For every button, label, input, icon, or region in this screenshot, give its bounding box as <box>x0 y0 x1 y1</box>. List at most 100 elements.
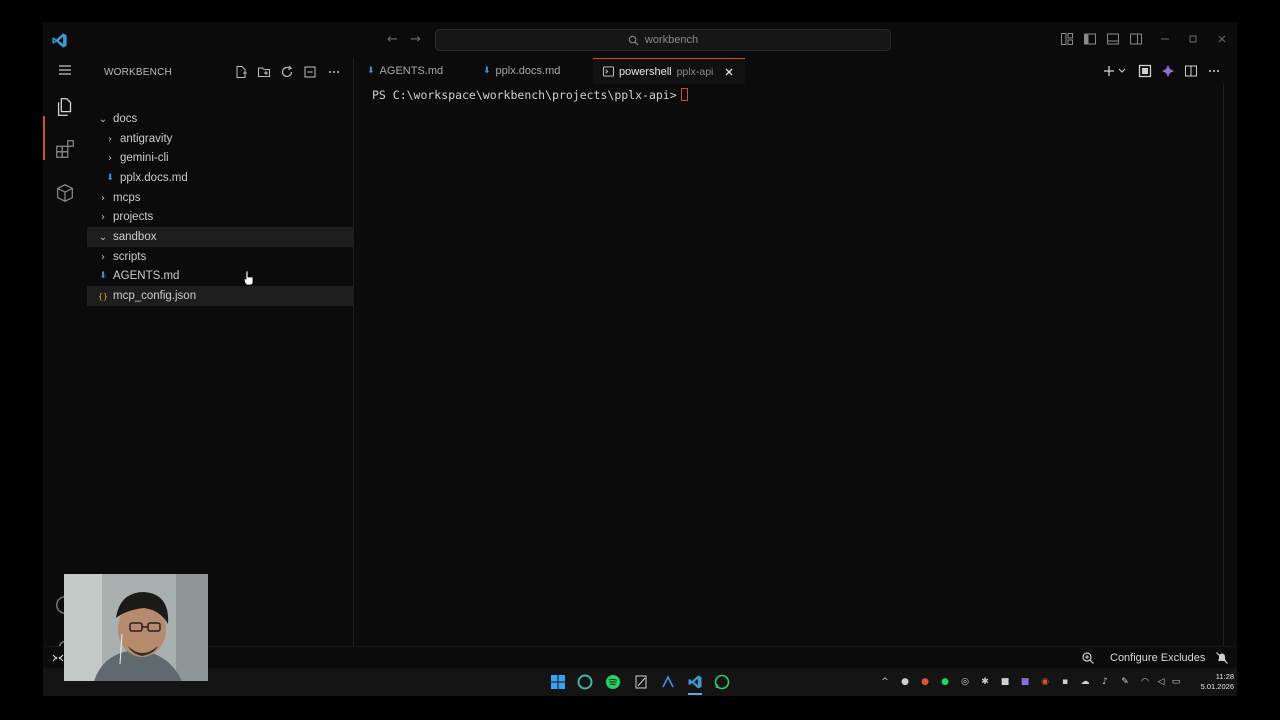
tree-folder-gemini-cli[interactable]: › gemini-cli <box>87 148 354 168</box>
configure-excludes-link[interactable]: Configure Excludes <box>1110 652 1205 664</box>
tree-folder-antigravity[interactable]: › antigravity <box>87 129 354 149</box>
tree-item-label: sandbox <box>113 231 157 243</box>
chevron-right-icon: › <box>101 251 105 263</box>
chevron-right-icon: › <box>101 211 105 223</box>
close-tab-icon[interactable] <box>724 67 734 77</box>
back-arrow-icon[interactable]: ← <box>387 32 398 47</box>
tray-app-icon[interactable]: ■ <box>1000 677 1010 687</box>
antigravity-icon[interactable] <box>660 674 676 690</box>
tray-app-icon[interactable]: ☁ <box>1080 677 1090 687</box>
tray-expand-icon[interactable]: ^ <box>880 677 890 687</box>
webcam-person-image <box>64 574 208 681</box>
tray-app-icon[interactable]: ▪ <box>1060 677 1070 687</box>
tab-description: pplx-api <box>676 65 714 78</box>
terminal-cursor <box>680 88 688 101</box>
tree-item-label: mcp_config.json <box>113 290 197 302</box>
search-text: workbench <box>644 34 699 46</box>
webcam-overlay <box>64 574 208 681</box>
pen-icon[interactable]: ✎ <box>1120 677 1130 687</box>
close-window-icon[interactable] <box>1215 32 1229 46</box>
tree-folder-docs[interactable]: ⌄ docs <box>87 109 354 129</box>
json-icon: {} <box>98 291 108 301</box>
toggle-primary-sidebar-icon[interactable] <box>1083 32 1097 46</box>
tab-agents-md[interactable]: ⬇ AGENTS.md <box>357 58 469 84</box>
tab-label: pplx.docs.md <box>495 65 561 77</box>
tray-app-icon[interactable]: ● <box>920 677 930 687</box>
customize-layout-icon[interactable] <box>1060 32 1074 46</box>
tree-item-label: AGENTS.md <box>113 270 180 282</box>
tree-file-mcp-config-json[interactable]: {} mcp_config.json <box>87 286 354 306</box>
tree-folder-sandbox[interactable]: ⌄ sandbox <box>87 227 354 247</box>
collapse-all-icon[interactable] <box>303 65 317 79</box>
tree-folder-projects[interactable]: › projects <box>87 207 354 227</box>
split-editor-icon[interactable] <box>1184 64 1198 78</box>
more-actions-icon[interactable] <box>327 65 341 79</box>
tree-item-label: scripts <box>113 251 147 263</box>
chevron-down-icon[interactable] <box>1117 64 1127 78</box>
spotify-tray-icon[interactable]: ● <box>940 677 950 687</box>
forward-arrow-icon[interactable]: → <box>410 32 421 47</box>
notepad-icon[interactable] <box>633 674 649 690</box>
restore-icon[interactable] <box>1186 32 1200 46</box>
refresh-icon[interactable] <box>280 65 294 79</box>
minimize-icon[interactable] <box>1158 32 1172 46</box>
notifications-off-icon[interactable] <box>1215 651 1229 665</box>
vscode-logo-icon[interactable] <box>51 32 68 49</box>
package-icon[interactable] <box>54 182 76 204</box>
remote-indicator-icon[interactable] <box>51 651 65 665</box>
tree-file-agents-md[interactable]: ⬇ AGENTS.md <box>87 266 354 286</box>
tray-app-icon[interactable]: ● <box>900 677 910 687</box>
copilot-icon[interactable] <box>1161 64 1175 78</box>
more-actions-icon[interactable] <box>1207 64 1221 78</box>
tree-item-label: mcps <box>113 192 141 204</box>
maximize-panel-icon[interactable] <box>1138 64 1152 78</box>
tray-app-icon[interactable]: ■ <box>1020 677 1030 687</box>
vscode-taskbar-icon[interactable] <box>687 674 703 690</box>
tree-item-label: gemini-cli <box>120 152 169 164</box>
microphone-icon[interactable]: ♪ <box>1100 677 1110 687</box>
tree-folder-scripts[interactable]: › scripts <box>87 247 354 267</box>
tab-powershell[interactable]: powershell pplx-api <box>593 58 745 84</box>
wifi-icon[interactable]: ◠ <box>1140 677 1150 687</box>
clock-date[interactable]: 5.01.2026 <box>1192 682 1234 691</box>
status-bar: Configure Excludes <box>43 646 1237 668</box>
chevron-right-icon: › <box>108 152 112 164</box>
chevron-right-icon: › <box>101 192 105 204</box>
tray-app-icon[interactable]: ◉ <box>1040 677 1050 687</box>
clock-time[interactable]: 11:28 <box>1206 672 1234 681</box>
search-icon <box>628 35 639 45</box>
terminal-scrollbar[interactable] <box>1223 84 1224 668</box>
tray-app-icon[interactable]: ✱ <box>980 677 990 687</box>
edge-browser-icon[interactable] <box>577 674 593 690</box>
active-app-indicator <box>688 693 702 695</box>
explorer-title: WORKBENCH <box>104 67 172 78</box>
spotify-icon[interactable] <box>605 674 621 690</box>
terminal-prompt: PS C:\workspace\workbench\projects\pplx-… <box>372 88 688 102</box>
zoom-icon[interactable] <box>1081 651 1095 665</box>
tray-app-icon[interactable]: ◎ <box>960 677 970 687</box>
volume-icon[interactable]: ◁ <box>1156 677 1166 687</box>
toggle-panel-icon[interactable] <box>1106 32 1120 46</box>
tab-label: AGENTS.md <box>379 65 444 77</box>
chevron-right-icon: › <box>108 133 112 145</box>
menu-icon[interactable] <box>57 62 73 78</box>
title-bar: ← → workbench <box>43 22 1237 58</box>
mouse-pointer-hand-icon <box>243 270 254 286</box>
toggle-secondary-sidebar-icon[interactable] <box>1129 32 1143 46</box>
new-folder-icon[interactable] <box>257 65 271 79</box>
whatsapp-icon[interactable] <box>714 674 730 690</box>
markdown-icon: ⬇ <box>367 66 375 76</box>
command-center-search[interactable]: workbench <box>435 29 891 51</box>
markdown-icon: ⬇ <box>99 271 107 281</box>
tab-pplx-docs-md[interactable]: ⬇ pplx.docs.md <box>473 58 593 84</box>
battery-icon[interactable]: ▭ <box>1171 677 1181 687</box>
extensions-icon[interactable] <box>54 138 76 160</box>
new-terminal-icon[interactable] <box>1102 64 1116 78</box>
windows-taskbar: ^ ● ● ● ◎ ✱ ■ ■ ◉ ▪ ☁ ♪ ✎ ◠ ◁ ▭ 11:28 5.… <box>43 668 1237 696</box>
explorer-icon[interactable] <box>54 96 76 118</box>
terminal-panel[interactable]: PS C:\workspace\workbench\projects\pplx-… <box>355 84 1225 668</box>
windows-start-icon[interactable] <box>550 674 566 690</box>
new-file-icon[interactable] <box>234 65 248 79</box>
tree-file-pplx-docs-md[interactable]: ⬇ pplx.docs.md <box>87 168 354 188</box>
tree-folder-mcps[interactable]: › mcps <box>87 188 354 208</box>
